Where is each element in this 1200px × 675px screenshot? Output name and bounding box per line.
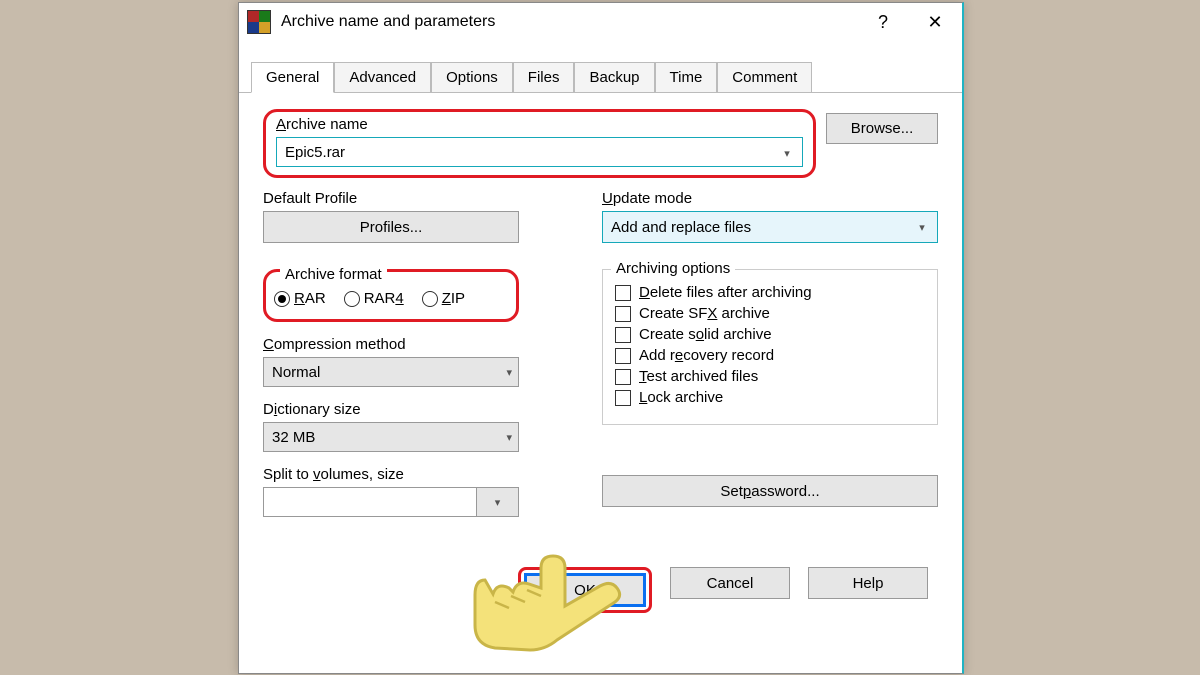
- compression-select[interactable]: Normal ▾: [263, 357, 519, 387]
- chk-delete-after[interactable]: Delete files after archiving: [615, 284, 925, 301]
- tab-files[interactable]: Files: [513, 62, 575, 92]
- ok-button-highlight: OK: [518, 567, 652, 613]
- tab-general[interactable]: General: [251, 62, 334, 93]
- update-mode-label: Update mode: [602, 190, 938, 207]
- cancel-button[interactable]: Cancel: [670, 567, 790, 599]
- chk-solid[interactable]: Create solid archive: [615, 326, 925, 343]
- split-label: Split to volumes, size: [263, 466, 519, 483]
- chk-recovery[interactable]: Add recovery record: [615, 347, 925, 364]
- chevron-down-icon[interactable]: ▾: [776, 142, 798, 164]
- ok-button[interactable]: OK: [524, 573, 646, 607]
- default-profile-label: Default Profile: [263, 190, 519, 207]
- archive-name-label: Archive name: [276, 116, 803, 133]
- radio-zip[interactable]: ZIP: [422, 290, 465, 307]
- profiles-button[interactable]: Profiles...: [263, 211, 519, 243]
- winrar-icon: [247, 10, 271, 34]
- chevron-down-icon[interactable]: ▾: [911, 216, 933, 238]
- archive-format-highlight: Archive format RAR RAR4 ZIP: [263, 269, 519, 322]
- help-button[interactable]: ?: [866, 8, 900, 36]
- dialog-footer: OK Cancel Help: [239, 557, 962, 613]
- chevron-down-icon[interactable]: ▾: [506, 366, 512, 379]
- window-title: Archive name and parameters: [281, 13, 866, 31]
- tab-bar: General Advanced Options Files Backup Ti…: [239, 59, 962, 93]
- compression-value: Normal: [272, 364, 320, 381]
- radio-rar4[interactable]: RAR4: [344, 290, 404, 307]
- update-mode-value: Add and replace files: [611, 219, 751, 236]
- browse-button[interactable]: Browse...: [826, 113, 938, 144]
- archiving-options-legend: Archiving options: [611, 260, 735, 277]
- dictionary-value: 32 MB: [272, 429, 315, 446]
- update-mode-select[interactable]: Add and replace files ▾: [602, 211, 938, 243]
- split-size-input[interactable]: [263, 487, 477, 517]
- tab-backup[interactable]: Backup: [574, 62, 654, 92]
- compression-label: Compression method: [263, 336, 519, 353]
- tab-options[interactable]: Options: [431, 62, 513, 92]
- archive-dialog: Archive name and parameters ? ✕ General …: [238, 2, 964, 674]
- archive-name-value: Epic5.rar: [285, 144, 345, 161]
- dictionary-label: Dictionary size: [263, 401, 519, 418]
- close-button[interactable]: ✕: [918, 8, 952, 36]
- archiving-options-group: Archiving options Delete files after arc…: [602, 269, 938, 425]
- archive-name-input[interactable]: Epic5.rar ▾: [276, 137, 803, 167]
- set-password-button[interactable]: Set password...: [602, 475, 938, 507]
- titlebar: Archive name and parameters ? ✕: [239, 3, 962, 41]
- chk-test[interactable]: Test archived files: [615, 368, 925, 385]
- tab-comment[interactable]: Comment: [717, 62, 812, 92]
- radio-rar[interactable]: RAR: [274, 290, 326, 307]
- tab-time[interactable]: Time: [655, 62, 718, 92]
- help-button-footer[interactable]: Help: [808, 567, 928, 599]
- split-size-dropdown[interactable]: ▾: [477, 487, 519, 517]
- chevron-down-icon[interactable]: ▾: [506, 431, 512, 444]
- archive-format-legend: Archive format: [280, 266, 387, 283]
- chk-lock[interactable]: Lock archive: [615, 389, 925, 406]
- tab-advanced[interactable]: Advanced: [334, 62, 431, 92]
- archive-name-highlight: Archive name Epic5.rar ▾: [263, 109, 816, 178]
- chk-create-sfx[interactable]: Create SFX archive: [615, 305, 925, 322]
- dictionary-select[interactable]: 32 MB ▾: [263, 422, 519, 452]
